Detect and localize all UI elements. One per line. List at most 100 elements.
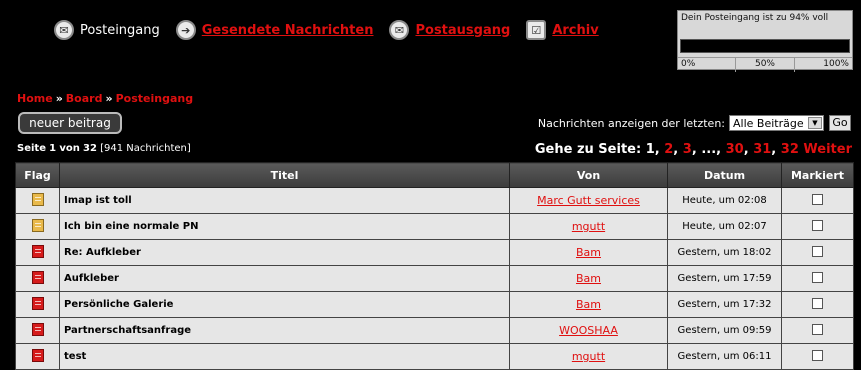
page-label: Seite [17,143,46,154]
nav-inbox[interactable]: ✉ Posteingang [54,20,160,40]
message-title[interactable]: Ich bin eine normale PN [59,213,510,240]
sender-cell: WOOSHAA [509,317,668,344]
chevron-down-icon: ▼ [808,117,822,129]
message-date: Heute, um 02:08 [667,187,782,214]
header-from: Von [509,162,668,188]
sender-cell: Bam [509,265,668,292]
page-info: Seite 1 von 32 [941 Nachrichten] [17,143,191,154]
new-post-button[interactable]: neuer beitrag [18,112,122,134]
sender-cell: Bam [509,239,668,266]
breadcrumb-separator: » [105,92,113,105]
unread-message-icon [31,348,44,362]
filter-select[interactable]: Alle Beiträge ▼ [729,115,824,131]
breadcrumb-home[interactable]: Home [17,92,53,105]
message-title[interactable]: Re: Aufkleber [59,239,510,266]
header-date: Datum [667,162,782,188]
sender-cell: Bam [509,291,668,318]
sender-link[interactable]: WOOSHAA [559,324,618,337]
mark-checkbox[interactable] [812,245,823,257]
flag-cell [15,239,60,266]
mark-checkbox[interactable] [812,219,823,231]
page-ellipsis: ... [701,142,717,157]
message-date: Gestern, um 18:02 [667,239,782,266]
unread-message-icon [31,296,44,310]
read-message-icon [31,218,44,232]
nav-archive-label[interactable]: Archiv [552,23,598,38]
message-date: Heute, um 02:07 [667,213,782,240]
sender-link[interactable]: Bam [576,272,601,285]
quota-bar [680,39,850,53]
message-title[interactable]: Aufkleber [59,265,510,292]
table-row: Persönliche Galerie Bam Gestern, um 17:32 [15,291,854,318]
table-row: Partnerschaftsanfrage WOOSHAA Gestern, um … [15,317,854,344]
table-row: Ich bin eine normale PN mgutt Heute, um 02… [15,213,854,240]
message-date: Gestern, um 17:59 [667,265,782,292]
table-row: Re: Aufkleber Bam Gestern, um 18:02 [15,239,854,266]
sender-link[interactable]: Bam [576,298,601,311]
nav-sent-label[interactable]: Gesendete Nachrichten [202,23,374,38]
quota-scale-0: 0% [678,58,737,72]
nav-outbox[interactable]: ✉ Postausgang [389,20,510,40]
unread-message-icon [31,244,44,258]
table-header-row: Flag Titel Von Datum Markiert [15,162,854,188]
message-filter: Nachrichten anzeigen der letzten: Alle B… [538,115,851,131]
page-of-label: von [59,143,80,154]
flag-cell [15,317,60,344]
nav-inbox-label: Posteingang [80,22,160,38]
filter-label: Nachrichten anzeigen der letzten: [537,116,725,130]
mark-cell [781,213,854,240]
page-current: 1 [49,143,57,154]
breadcrumb-separator: » [55,92,63,105]
quota-scale-50: 50% [736,58,795,72]
nav-outbox-label[interactable]: Postausgang [415,23,510,38]
page-link[interactable]: 2 [664,142,673,157]
mark-checkbox[interactable] [812,271,823,283]
message-count: [941 Nachrichten] [100,143,191,154]
mark-cell [781,187,854,214]
mark-cell [781,265,854,292]
mark-checkbox[interactable] [812,323,823,335]
sender-link[interactable]: Marc Gutt services [537,194,640,207]
inbox-icon: ✉ [54,20,74,40]
sender-link[interactable]: Bam [576,246,601,259]
folder-nav: ✉ Posteingang ➔ Gesendete Nachrichten ✉ … [54,16,615,44]
page-link[interactable]: 3 [683,142,692,157]
sent-icon: ➔ [175,20,196,40]
page-link[interactable]: 30 [726,142,744,157]
breadcrumb-board[interactable]: Board [66,92,103,105]
nav-archive[interactable]: ☑ Archiv [526,20,599,40]
sender-link[interactable]: mgutt [572,350,605,363]
message-title[interactable]: Imap ist toll [59,187,510,214]
archive-icon: ☑ [526,20,547,40]
breadcrumb: Home» Board» Posteingang [17,92,193,105]
filter-select-value: Alle Beiträge [733,116,804,130]
sender-cell: Marc Gutt services [509,187,668,214]
flag-cell [15,291,60,318]
page-total: 32 [83,143,97,154]
unread-message-icon [31,322,44,336]
message-title[interactable]: Partnerschaftsanfrage [59,317,510,344]
quota-fill [681,40,839,52]
header-marked: Markiert [781,162,854,188]
messages-table: Flag Titel Von Datum Markiert Imap ist t… [15,162,854,370]
flag-cell [15,187,60,214]
next-page-link[interactable]: Weiter [803,142,852,157]
unread-message-icon [31,270,44,284]
mark-checkbox[interactable] [812,193,823,205]
inbox-quota: Dein Posteingang ist zu 94% voll 0% 50% … [677,10,853,72]
sender-link[interactable]: mgutt [572,220,605,233]
page-link[interactable]: 31 [753,142,771,157]
header-flag: Flag [15,162,60,188]
mark-cell [781,291,854,318]
go-button[interactable]: Go [829,115,851,131]
breadcrumb-current[interactable]: Posteingang [116,92,194,105]
pagination: Gehe zu Seite: 1, 2, 3, ..., 30, 31, 32 … [534,142,852,157]
flag-cell [15,265,60,292]
mark-checkbox[interactable] [812,349,823,361]
mark-checkbox[interactable] [812,297,823,309]
page-link-current: 1 [645,142,655,157]
message-title[interactable]: Persönliche Galerie [59,291,510,318]
nav-sent[interactable]: ➔ Gesendete Nachrichten [175,20,374,40]
page-link[interactable]: 32 [781,142,799,157]
table-row: Imap ist toll Marc Gutt services Heute, um… [15,187,854,214]
